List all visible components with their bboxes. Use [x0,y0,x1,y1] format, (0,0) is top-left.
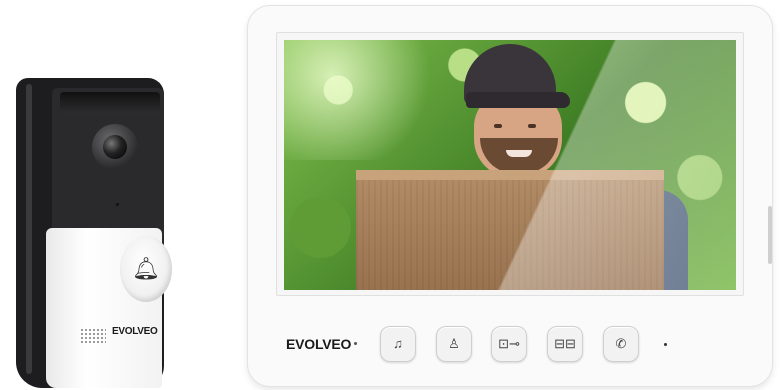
speaker-grille-icon [80,328,106,344]
gate-icon[interactable]: ⊟⊟ [547,326,583,362]
key-unlock-icon[interactable]: ⊡⊸ [491,326,527,362]
doorbell-front-panel: 🔔︎ EVOLVEO [46,228,172,388]
indoor-monitor: EVOLVEO ♫ ♙ ⊡⊸ ⊟⊟ ✆ [248,6,772,386]
microphone-dot [664,343,667,346]
microphone-hole [116,203,119,206]
music-note-icon[interactable]: ♫ [380,326,416,362]
camera-lens-icon [103,135,127,159]
doorbell-unit: 🔔︎ EVOLVEO [16,78,172,390]
doorbell-rain-visor [60,92,160,114]
screen-glare [284,40,736,290]
side-dial[interactable] [768,206,772,264]
monitor-brand-logo: EVOLVEO [286,336,352,352]
bell-icon: 🔔︎ [132,256,160,281]
phone-icon[interactable]: ✆ [603,326,639,362]
person-icon[interactable]: ♙ [436,326,472,362]
status-led-left [354,342,357,345]
video-screen [284,40,736,290]
doorbell-housing-highlight [26,84,32,374]
doorbell-brand-logo: EVOLVEO [112,326,158,337]
